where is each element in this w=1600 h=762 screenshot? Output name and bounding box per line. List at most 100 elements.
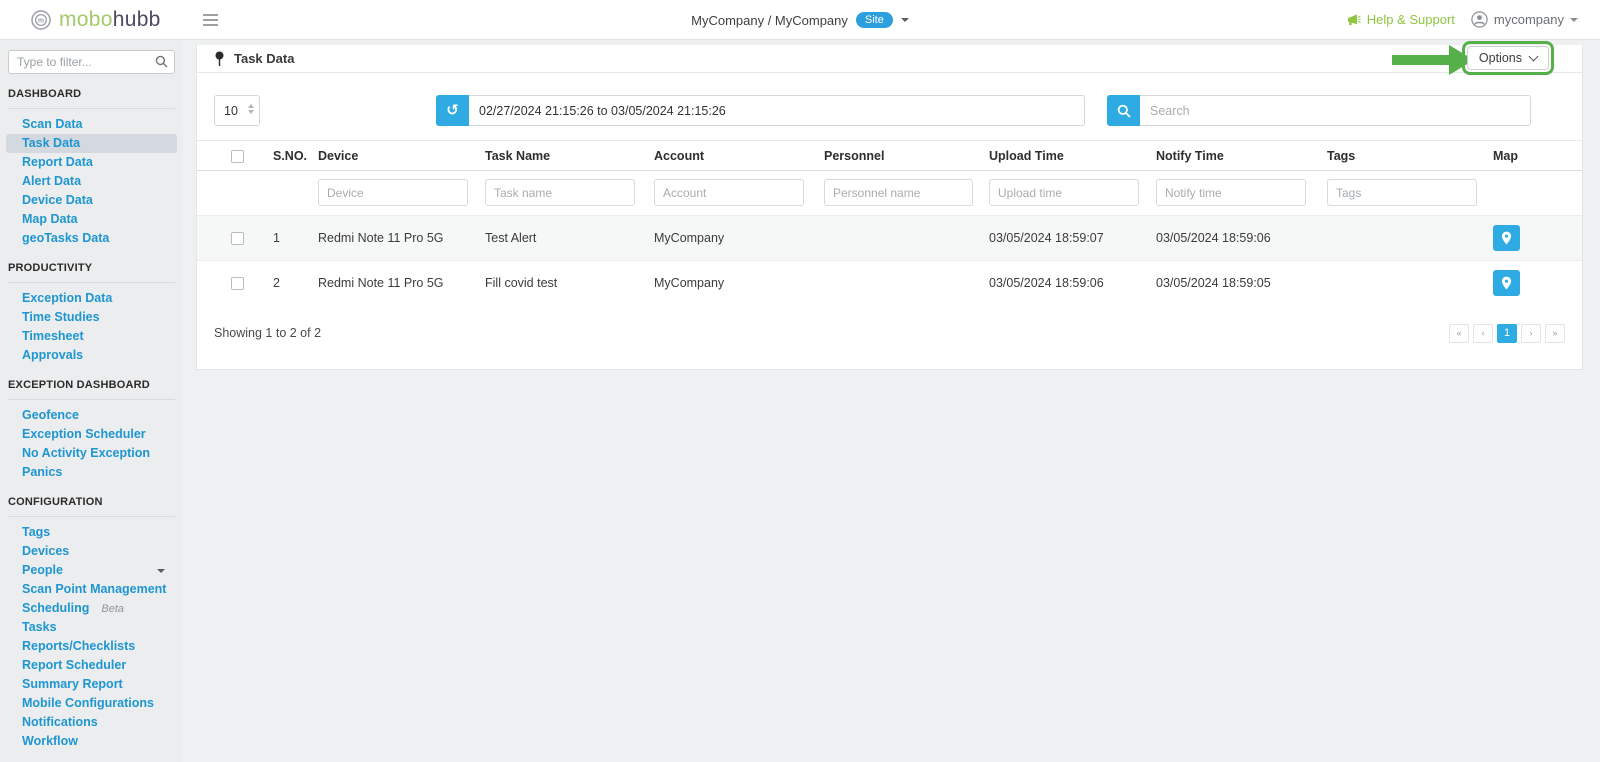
date-range-input[interactable]: [469, 95, 1085, 126]
cell-device: Redmi Note 11 Pro 5G: [318, 276, 444, 291]
divider: [8, 108, 175, 109]
account-label: mycompany: [1493, 12, 1564, 27]
cell-tags: [1319, 216, 1485, 261]
table-row: 2 Redmi Note 11 Pro 5G Fill covid test M…: [197, 260, 1582, 306]
sidebar-item-exception-scheduler[interactable]: Exception Scheduler: [6, 425, 177, 444]
map-button[interactable]: [1493, 270, 1520, 297]
search-input[interactable]: [1140, 95, 1531, 126]
sidebar-item-tags[interactable]: Tags: [6, 523, 177, 542]
annotation-highlight: Options: [1461, 41, 1554, 75]
sidebar-item-people[interactable]: People: [6, 561, 177, 580]
task-data-table: S.NO. Device Task Name Account Personnel…: [197, 140, 1582, 306]
chevron-down-icon: [900, 18, 909, 22]
beta-badge: Beta: [101, 603, 125, 615]
sidebar-item-report-scheduler[interactable]: Report Scheduler: [6, 656, 177, 675]
cell-account: MyCompany: [654, 276, 725, 291]
cell-upload-time: 03/05/2024 18:59:07: [989, 231, 1104, 245]
cell-device: Redmi Note 11 Pro 5G: [318, 231, 444, 245]
divider: [8, 282, 175, 283]
sidebar-item-approvals[interactable]: Approvals: [6, 346, 177, 365]
sidebar-item-device-data[interactable]: Device Data: [6, 191, 177, 210]
filter-notify-time-input[interactable]: [1156, 179, 1306, 206]
table-row: 1 Redmi Note 11 Pro 5G Test Alert MyComp…: [197, 215, 1582, 261]
sidebar-item-exception-data[interactable]: Exception Data: [6, 289, 177, 308]
cell-notify-time: 03/05/2024 18:59:06: [1156, 231, 1271, 245]
refresh-icon: ↺: [446, 101, 459, 119]
sidebar-item-label: People: [22, 563, 63, 577]
mobohubb-logo-icon: m: [30, 9, 52, 31]
help-support-label: Help & Support: [1366, 12, 1455, 27]
breadcrumb-text: MyCompany / MyCompany: [691, 12, 848, 28]
sidebar: DASHBOARD Scan Data Task Data Report Dat…: [0, 40, 183, 762]
sidebar-item-scan-point-management[interactable]: Scan Point Management: [6, 580, 177, 599]
sidebar-item-mobile-configurations[interactable]: Mobile Configurations: [6, 694, 177, 713]
cell-personnel: [816, 261, 981, 306]
row-checkbox[interactable]: [231, 232, 244, 246]
map-button[interactable]: [1493, 225, 1520, 251]
sidebar-item-geofence[interactable]: Geofence: [6, 406, 177, 425]
column-header-personnel: Personnel: [824, 148, 885, 163]
cell-task-name: Fill covid test: [485, 276, 558, 291]
sidebar-item-workflow[interactable]: Workflow: [6, 732, 177, 751]
hamburger-icon[interactable]: [202, 11, 218, 29]
filter-account-input[interactable]: [654, 179, 804, 206]
filter-personnel-input[interactable]: [824, 179, 973, 206]
filter-device-input[interactable]: [318, 179, 468, 206]
megaphone-icon: [1346, 13, 1361, 27]
top-header: m mobohubb MyCompany / MyCompany Site He…: [0, 0, 1600, 40]
pagination: « ‹ 1 › »: [1449, 323, 1565, 343]
sidebar-item-scheduling[interactable]: Scheduling Beta: [6, 599, 177, 618]
sidebar-item-geotasks-data[interactable]: geoTasks Data: [6, 229, 177, 248]
search-icon: [155, 55, 168, 68]
filter-upload-time-input[interactable]: [989, 179, 1139, 206]
date-range-control: ↺: [436, 95, 1085, 126]
sidebar-filter-input[interactable]: [8, 50, 175, 74]
pagination-last-button[interactable]: »: [1545, 323, 1565, 343]
sidebar-item-devices[interactable]: Devices: [6, 542, 177, 561]
search-button[interactable]: [1107, 95, 1140, 126]
column-header-sno: S.NO.: [273, 148, 308, 163]
filter-task-name-input[interactable]: [485, 179, 635, 206]
column-header-device: Device: [318, 148, 359, 163]
pagination-first-button[interactable]: «: [1449, 323, 1469, 343]
filter-tags-input[interactable]: [1327, 179, 1477, 206]
column-header-account: Account: [654, 148, 704, 163]
sidebar-item-map-data[interactable]: Map Data: [6, 210, 177, 229]
sidebar-item-time-studies[interactable]: Time Studies: [6, 308, 177, 327]
pagination-next-button[interactable]: ›: [1521, 323, 1541, 343]
options-label: Options: [1478, 51, 1522, 65]
pagination-prev-button[interactable]: ‹: [1473, 323, 1493, 343]
sidebar-section-title: CONFIGURATION: [8, 496, 103, 508]
select-all-checkbox[interactable]: [231, 149, 244, 163]
sidebar-item-task-data[interactable]: Task Data: [6, 134, 177, 153]
sidebar-item-notifications[interactable]: Notifications: [6, 713, 177, 732]
options-button[interactable]: Options: [1466, 46, 1549, 70]
sidebar-item-alert-data[interactable]: Alert Data: [6, 172, 177, 191]
pagination-page-1-button[interactable]: 1: [1497, 323, 1517, 343]
sidebar-item-no-activity-exception[interactable]: No Activity Exception: [6, 444, 177, 463]
stepper-arrows-icon[interactable]: [248, 104, 254, 114]
sidebar-item-reports-checklists[interactable]: Reports/Checklists: [6, 637, 177, 656]
sidebar-item-scan-data[interactable]: Scan Data: [6, 115, 177, 134]
refresh-button[interactable]: ↺: [436, 95, 469, 126]
breadcrumb[interactable]: MyCompany / MyCompany Site: [691, 12, 909, 28]
row-checkbox[interactable]: [231, 277, 244, 291]
sidebar-item-summary-report[interactable]: Summary Report: [6, 675, 177, 694]
sidebar-item-tasks[interactable]: Tasks: [6, 618, 177, 637]
svg-text:m: m: [38, 17, 44, 24]
site-badge: Site: [855, 12, 893, 28]
column-header-notify-time: Notify Time: [1156, 148, 1224, 163]
sidebar-item-report-data[interactable]: Report Data: [6, 153, 177, 172]
page-title-bar: Task Data Options: [197, 41, 1582, 75]
cell-notify-time: 03/05/2024 18:59:05: [1156, 276, 1271, 291]
cell-account: MyCompany: [654, 231, 725, 245]
help-support-link[interactable]: Help & Support: [1346, 12, 1455, 27]
cell-task-name: Test Alert: [485, 231, 537, 245]
logo-text: mobohubb: [59, 7, 161, 31]
column-header-upload-time: Upload Time: [989, 148, 1064, 163]
account-menu[interactable]: mycompany: [1471, 11, 1578, 28]
sidebar-item-timesheet[interactable]: Timesheet: [6, 327, 177, 346]
sidebar-item-panics[interactable]: Panics: [6, 463, 177, 482]
chevron-down-icon: [1570, 17, 1578, 22]
toolbar: ↺: [197, 95, 1582, 126]
